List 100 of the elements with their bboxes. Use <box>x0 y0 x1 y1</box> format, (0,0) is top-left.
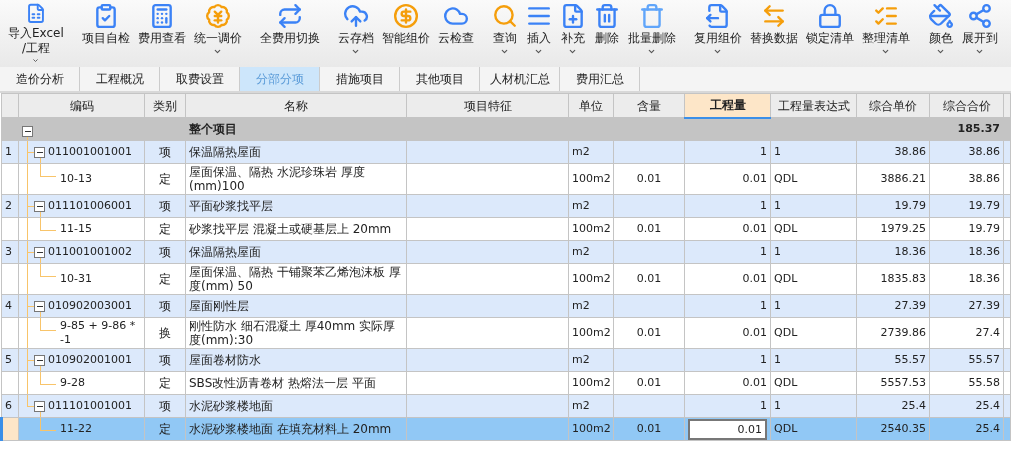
table-cell: 27.39 <box>929 294 1004 318</box>
collapse-toggle[interactable] <box>34 354 45 366</box>
table-cell: m2 <box>568 240 614 264</box>
table-cell: m2 <box>568 348 614 372</box>
table-cell: 100m2 <box>568 417 614 441</box>
toolbar-button[interactable]: 补充 <box>555 0 590 64</box>
table-cell: 屋面保温、隔热 水泥珍珠岩 厚度(mm)100 <box>185 163 407 195</box>
table-cell: 5557.53 <box>856 371 930 395</box>
table-cell: 100m2 <box>568 317 614 349</box>
table-cell: QDL <box>770 417 857 441</box>
code-text: 010902003001 <box>48 299 132 313</box>
table-cell: 6 <box>1 394 19 418</box>
table-cell: 1 <box>770 194 857 218</box>
table-row[interactable]: 10-13 定 屋面保温、隔热 水泥珍珠岩 厚度(mm)100 100m2 0.01 0.01 QDL 3886.21 38.86 <box>1 163 1011 195</box>
toolbar-button[interactable]: 锁定清单 <box>801 0 858 64</box>
code-text: 011001001002 <box>48 245 132 259</box>
table-cell: 项 <box>144 194 186 218</box>
table-row[interactable]: 3 011001001002 项 保温隔热屋面 m2 1 1 18.36 18.36 <box>1 240 1011 264</box>
table-cell: 1 <box>770 394 857 418</box>
collapse-toggle[interactable] <box>34 400 45 412</box>
table-cell: 定 <box>144 163 186 195</box>
toolbar-button[interactable]: 插入 <box>521 0 556 64</box>
code-text: 9-85 + 9-86 * -1 <box>59 318 137 348</box>
toolbar-button[interactable]: 删除 <box>589 0 624 64</box>
column-header[interactable]: 名称 <box>185 93 407 118</box>
table-row[interactable]: 1 011001001001 项 保温隔热屋面 m2 1 1 38.86 38.86 <box>1 140 1011 164</box>
column-header[interactable]: 工程量表达式 <box>770 93 857 118</box>
toolbar-button[interactable]: 替换数据 <box>745 0 802 64</box>
table-cell: 项 <box>144 394 186 418</box>
collapse-toggle[interactable] <box>34 200 45 212</box>
table-cell: 1 <box>1 140 19 164</box>
table-row[interactable]: 9-85 + 9-86 * -1 换 刚性防水 细石混凝土 厚40mm 实际厚度(mm):30 100m2 0.01 0.01 QDL 2739.86 27.4 <box>1 317 1011 349</box>
toolbar-button[interactable]: 导入Excel /工程 <box>4 0 68 64</box>
table-cell: 55.57 <box>929 348 1004 372</box>
toolbar-button[interactable]: 云检查 <box>433 0 478 64</box>
table-cell: 38.86 <box>929 140 1004 164</box>
code-text: 9-28 <box>59 375 86 391</box>
column-header[interactable]: 工程量 <box>684 93 771 118</box>
table-row[interactable]: 10-31 定 屋面保温、隔热 干铺聚苯乙烯泡沫板 厚度(mm) 50 100m2 0.01 0.01 QDL 1835.83 18.36 <box>1 263 1011 295</box>
table-cell: 0.01 <box>684 263 771 295</box>
table-cell: m2 <box>568 140 614 164</box>
toolbar-button[interactable]: 复用组价 <box>689 0 746 64</box>
collapse-toggle[interactable] <box>34 246 45 258</box>
toolbar-button[interactable]: 整理清单 <box>857 0 914 64</box>
table-cell: 砂浆找平层 混凝土或硬基层上 20mm <box>185 217 407 241</box>
toolbar-button[interactable]: 智能组价 <box>377 0 434 64</box>
table-row[interactable]: 5 010902001001 项 屋面卷材防水 m2 1 1 55.57 55.57 <box>1 348 1011 372</box>
table-cell: 定 <box>144 217 186 241</box>
table-cell: 100m2 <box>568 163 614 195</box>
table-cell: 1 <box>684 294 771 318</box>
table-cell: 0.01 <box>613 217 685 241</box>
table-cell: 1 <box>770 294 857 318</box>
table-cell: 水泥砂浆楼地面 在填充材料上 20mm <box>185 417 407 441</box>
table-row[interactable]: 11-22 定 水泥砂浆楼地面 在填充材料上 20mm 100m2 0.01 0.01 QDL 2540.35 25.4 <box>1 417 1011 441</box>
toolbar-button[interactable]: 云存档 <box>333 0 378 64</box>
table-row[interactable]: 4 010902003001 项 屋面刚性层 m2 1 1 27.39 27.39 <box>1 294 1011 318</box>
collapse-toggle[interactable] <box>22 125 33 137</box>
table-cell: 1979.25 <box>856 217 930 241</box>
code-text: 11-15 <box>59 221 93 237</box>
toolbar-button[interactable]: 统一调价 <box>189 0 246 64</box>
table-row[interactable]: 11-15 定 砂浆找平层 混凝土或硬基层上 20mm 100m2 0.01 0.01 QDL 1979.25 19.79 <box>1 217 1011 241</box>
table-cell: 保温隔热屋面 <box>185 140 407 164</box>
table-row[interactable]: 2 011101006001 项 平面砂浆找平层 m2 1 1 19.79 19.79 <box>1 194 1011 218</box>
table-row[interactable]: 9-28 定 SBS改性沥青卷材 热熔法一层 平面 100m2 0.01 0.01 QDL 5557.53 55.58 <box>1 371 1011 395</box>
tab[interactable]: 措施项目 <box>320 67 400 91</box>
yen-icon <box>204 3 231 29</box>
table-row[interactable]: 6 011101001001 项 水泥砂浆楼地面 m2 1 1 25.4 25.4 <box>1 394 1011 418</box>
column-header[interactable]: 单位 <box>568 93 614 118</box>
column-header[interactable]: 综合单价 <box>856 93 930 118</box>
toolbar-button[interactable]: 全费用切换 <box>255 0 324 64</box>
column-header[interactable]: 综合合价 <box>929 93 1004 118</box>
column-header[interactable]: 类别 <box>144 93 186 118</box>
toolbar-button[interactable]: 查询 <box>487 0 522 64</box>
tab[interactable]: 工程概况 <box>80 67 160 91</box>
table-cell: 100m2 <box>568 263 614 295</box>
quantity-input[interactable]: 0.01 <box>688 418 767 440</box>
tab[interactable]: 人材机汇总 <box>480 67 560 91</box>
toolbar-button[interactable]: 批量删除 <box>623 0 680 64</box>
code-text: 011101006001 <box>48 199 132 213</box>
table-cell: 项 <box>144 294 186 318</box>
toolbar-button[interactable]: 项目自检 <box>77 0 134 64</box>
toolbar-button[interactable]: 费用查看 <box>133 0 190 64</box>
toolbar-button[interactable]: 颜色 <box>923 0 958 64</box>
collapse-toggle[interactable] <box>34 146 45 158</box>
table-cell: 3886.21 <box>856 163 930 195</box>
table-cell: 水泥砂浆楼地面 <box>185 394 407 418</box>
tab[interactable]: 其他项目 <box>400 67 480 91</box>
column-header[interactable]: 编码 <box>18 93 145 118</box>
tab[interactable]: 造价分析 <box>0 67 80 91</box>
table-cell: 19.79 <box>929 194 1004 218</box>
column-header[interactable]: 项目特征 <box>406 93 569 118</box>
column-header[interactable]: 含量 <box>613 93 685 118</box>
table-cell: 1835.83 <box>856 263 930 295</box>
collapse-toggle[interactable] <box>34 300 45 312</box>
tab[interactable]: 费用汇总 <box>560 67 640 91</box>
coin-icon <box>392 3 419 29</box>
table-cell: QDL <box>770 317 857 349</box>
toolbar-button[interactable]: 展开到 <box>957 0 1002 64</box>
code-text: 11-22 <box>59 421 93 437</box>
table-cell: 5 <box>1 348 19 372</box>
